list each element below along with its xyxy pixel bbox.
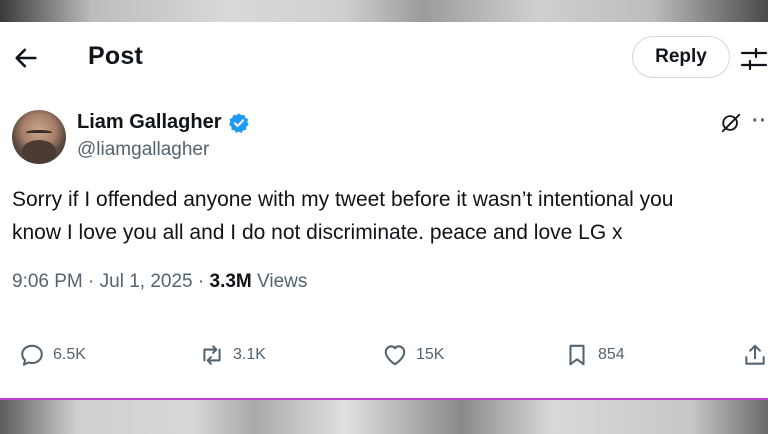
arrow-left-icon[interactable] xyxy=(12,44,40,72)
more-icon[interactable]: ·· xyxy=(752,111,768,134)
author-handle[interactable]: @liamgallagher xyxy=(77,139,209,161)
video-frame-bottom xyxy=(0,398,768,434)
action-bar: 6.5K 3.1K 15K 854 xyxy=(0,340,768,370)
tweet-line: know I love you all and I do not discrim… xyxy=(12,221,623,244)
reply-action[interactable]: 6.5K xyxy=(19,340,86,370)
grok-icon[interactable] xyxy=(720,112,742,134)
views-count: 3.3M xyxy=(209,271,252,292)
share-icon xyxy=(745,344,765,365)
tweet-line: Sorry if I offended anyone with my tweet… xyxy=(12,188,674,211)
repost-count: 3.1K xyxy=(233,346,266,363)
bookmark-icon xyxy=(569,344,585,366)
reply-count: 6.5K xyxy=(53,346,86,363)
views-label: Views xyxy=(257,271,308,292)
bookmark-action[interactable]: 854 xyxy=(564,340,625,370)
like-action[interactable]: 15K xyxy=(382,340,444,370)
post-header: Post Reply xyxy=(0,22,768,94)
share-action[interactable] xyxy=(742,340,768,370)
heart-icon xyxy=(384,345,406,366)
verified-badge-icon xyxy=(229,113,249,133)
repost-action[interactable]: 3.1K xyxy=(199,340,266,370)
meta-separator: · xyxy=(88,271,100,292)
author-name[interactable]: Liam Gallagher xyxy=(77,111,222,134)
avatar[interactable] xyxy=(12,110,66,164)
avatar-eyes xyxy=(26,130,52,137)
repost-icon xyxy=(203,345,221,365)
post-card: Post Reply Liam Gallagher @liamgallagher… xyxy=(0,22,768,398)
meta-separator: · xyxy=(197,271,210,292)
reply-button[interactable]: Reply xyxy=(632,36,730,78)
comment-icon xyxy=(21,344,43,366)
like-count: 15K xyxy=(416,346,445,363)
avatar-beard xyxy=(22,140,56,162)
bookmark-count: 854 xyxy=(598,346,625,363)
post-meta: 9:06 PM · Jul 1, 2025 · 3.3M Views xyxy=(12,271,307,293)
tweet-text: Sorry if I offended anyone with my tweet… xyxy=(12,183,768,249)
page-title: Post xyxy=(88,42,143,70)
video-frame-top xyxy=(0,0,768,22)
sliders-icon[interactable] xyxy=(740,46,768,72)
post-time[interactable]: 9:06 PM xyxy=(12,271,83,292)
post-date[interactable]: Jul 1, 2025 xyxy=(100,271,193,292)
